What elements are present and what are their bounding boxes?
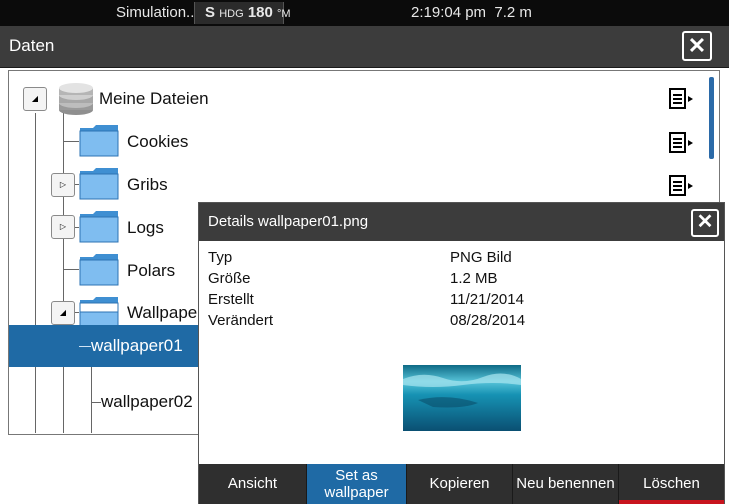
open-folder-icon bbox=[79, 297, 119, 329]
heading-label: HDG bbox=[219, 8, 244, 20]
prop-name-created: Erstellt bbox=[208, 291, 254, 308]
tree-item-polars[interactable]: Polars bbox=[127, 261, 175, 281]
set-wallpaper-label-line1: Set as bbox=[335, 467, 378, 484]
clock: 2:19:04 pm bbox=[411, 4, 487, 21]
details-action-bar: Ansicht Set as wallpaper Kopieren Neu be… bbox=[199, 464, 724, 504]
tree-item-gribs[interactable]: Gribs bbox=[127, 175, 168, 195]
window-title: Daten bbox=[9, 36, 55, 55]
item-menu-icon[interactable] bbox=[669, 88, 695, 110]
details-dialog: Details wallpaper01.png ✕ Typ PNG Bild G… bbox=[198, 202, 725, 504]
close-icon: ✕ bbox=[687, 33, 707, 58]
collapse-arrow-icon: ◢ bbox=[59, 308, 67, 317]
prop-value-type: PNG Bild bbox=[450, 249, 512, 266]
heading-value: 180 bbox=[247, 4, 273, 21]
folder-icon bbox=[79, 125, 119, 157]
time-depth-readout: 2:19:04 pm 7.2 m bbox=[411, 4, 532, 21]
heading-unit: °M bbox=[277, 8, 291, 20]
close-icon: ✕ bbox=[696, 211, 714, 233]
prop-name-modified: Verändert bbox=[208, 312, 274, 329]
depth-value: 7.2 m bbox=[494, 4, 532, 21]
copy-button[interactable]: Kopieren bbox=[407, 464, 513, 504]
expand-toggle-wallpapers[interactable]: ◢ bbox=[51, 301, 75, 325]
expand-arrow-icon: ▷ bbox=[59, 180, 67, 189]
prop-value-modified: 08/28/2014 bbox=[450, 312, 526, 329]
expand-toggle-logs[interactable]: ▷ bbox=[51, 215, 75, 239]
tree-connector bbox=[79, 346, 91, 347]
expand-toggle-root[interactable]: ◢ bbox=[23, 87, 47, 111]
window-title-bar: Daten ✕ bbox=[0, 26, 729, 68]
tree-connector bbox=[63, 113, 64, 433]
heading-readout[interactable]: S HDG 180 °M bbox=[194, 2, 291, 24]
heading-prefix: S bbox=[205, 4, 216, 21]
rename-button[interactable]: Neu benennen bbox=[513, 464, 619, 504]
tree-connector bbox=[63, 141, 79, 142]
details-title: Details wallpaper01.png bbox=[208, 213, 369, 230]
tree-scrollbar[interactable] bbox=[709, 77, 714, 159]
tree-item-meine-dateien[interactable]: Meine Dateien bbox=[99, 89, 209, 109]
file-item-wallpaper02[interactable]: wallpaper02 bbox=[101, 392, 193, 412]
file-item-wallpaper01[interactable]: wallpaper01 bbox=[91, 336, 183, 356]
set-wallpaper-button[interactable]: Set as wallpaper bbox=[307, 464, 407, 504]
collapse-arrow-icon: ◢ bbox=[31, 94, 39, 103]
expand-arrow-icon: ▷ bbox=[59, 222, 67, 231]
tree-connector bbox=[63, 269, 79, 270]
delete-button[interactable]: Löschen bbox=[619, 464, 724, 504]
details-close-button[interactable]: ✕ bbox=[691, 209, 719, 237]
expand-toggle-gribs[interactable]: ▷ bbox=[51, 173, 75, 197]
tree-connector bbox=[35, 113, 36, 433]
tree-item-logs[interactable]: Logs bbox=[127, 218, 164, 238]
folder-icon bbox=[79, 168, 119, 200]
tree-item-cookies[interactable]: Cookies bbox=[127, 132, 188, 152]
item-menu-icon[interactable] bbox=[669, 175, 695, 197]
prop-name-size: Größe bbox=[208, 270, 251, 287]
wallpaper-thumbnail bbox=[403, 365, 521, 431]
tree-connector bbox=[91, 402, 101, 403]
prop-value-size: 1.2 MB bbox=[450, 270, 498, 287]
database-icon bbox=[59, 83, 93, 115]
folder-icon bbox=[79, 211, 119, 243]
view-button[interactable]: Ansicht bbox=[199, 464, 307, 504]
window-close-button[interactable]: ✕ bbox=[682, 31, 712, 61]
status-bar: Simulation... S HDG 180 °M 2:19:04 pm 7.… bbox=[0, 0, 729, 26]
prop-value-created: 11/21/2014 bbox=[450, 291, 524, 308]
prop-name-type: Typ bbox=[208, 249, 233, 266]
simulation-status[interactable]: Simulation... bbox=[116, 4, 199, 21]
tree-item-wallpapers[interactable]: Wallpape bbox=[127, 303, 197, 323]
set-wallpaper-label-line2: wallpaper bbox=[324, 484, 389, 501]
details-header: Details wallpaper01.png ✕ bbox=[199, 203, 724, 241]
item-menu-icon[interactable] bbox=[669, 132, 695, 154]
folder-icon bbox=[79, 254, 119, 286]
